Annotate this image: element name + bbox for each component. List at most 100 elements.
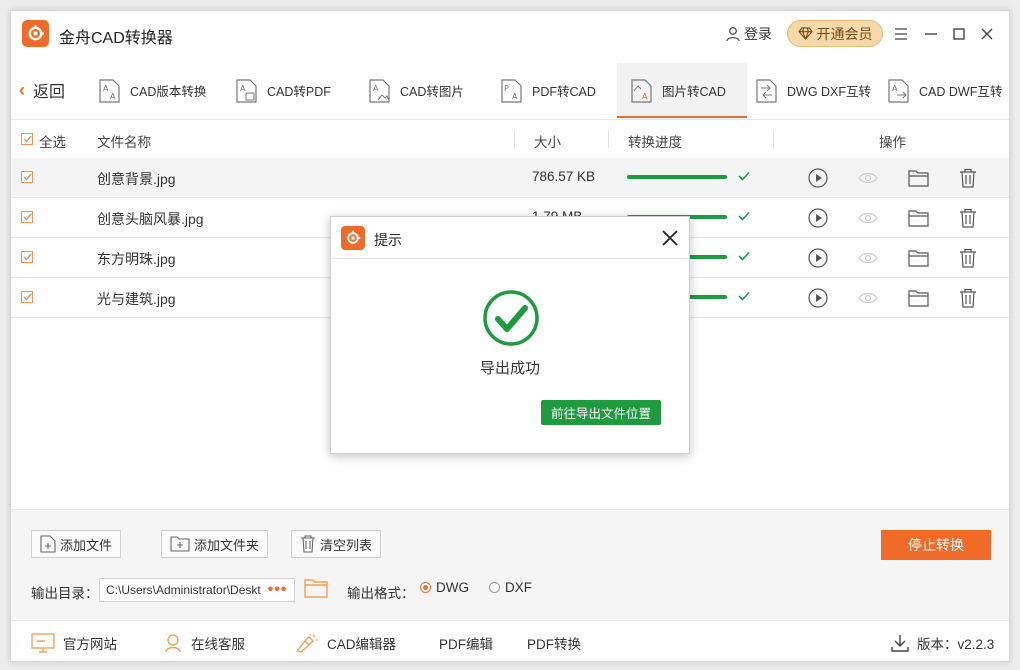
preview-eye-icon[interactable] xyxy=(857,207,879,229)
open-folder-icon[interactable] xyxy=(907,207,929,229)
select-all-checkbox[interactable] xyxy=(21,133,33,145)
pdf-cad-icon: PA xyxy=(501,78,522,103)
preview-eye-icon[interactable] xyxy=(857,247,879,269)
tool-cad-dwf[interactable]: A CAD DWF互转 xyxy=(888,63,1002,118)
clear-list-button[interactable]: 清空列表 xyxy=(291,530,382,558)
play-icon[interactable] xyxy=(807,287,829,309)
pdf-convert-link[interactable]: PDF转换 xyxy=(527,633,581,653)
row-checkbox[interactable] xyxy=(21,291,33,303)
select-all-label: 全选 xyxy=(39,135,66,150)
pdf-editor-label: PDF编辑 xyxy=(439,637,493,652)
delete-trash-icon[interactable] xyxy=(957,247,979,269)
output-dir-label: 输出目录： xyxy=(31,586,99,601)
tool-label: DWG DXF互转 xyxy=(787,85,872,99)
folder-icon[interactable] xyxy=(304,577,328,601)
table-row[interactable]: 创意背景.jpg 786.57 KB xyxy=(11,158,1009,198)
dialog-header: 提示 xyxy=(331,217,689,259)
delete-trash-icon[interactable] xyxy=(957,287,979,309)
progress-bar xyxy=(627,175,727,179)
header-divider xyxy=(608,130,609,148)
svg-text:A: A xyxy=(103,84,109,93)
row-checkbox[interactable] xyxy=(21,211,33,223)
format-dxf-radio[interactable]: DXF xyxy=(489,580,532,595)
diamond-icon xyxy=(797,27,813,40)
tool-cad-image[interactable]: A CAD转图片 xyxy=(369,63,464,118)
svg-text:A: A xyxy=(512,92,518,101)
maximize-icon[interactable] xyxy=(949,24,969,44)
cad-editor-link[interactable]: CAD编辑器 xyxy=(295,633,396,653)
preview-eye-icon[interactable] xyxy=(857,167,879,189)
open-folder-icon[interactable] xyxy=(907,167,929,189)
header-name: 文件名称 xyxy=(97,135,151,150)
tool-label: 图片转CAD xyxy=(662,85,726,99)
row-checkbox[interactable] xyxy=(21,171,33,183)
delete-trash-icon[interactable] xyxy=(957,207,979,229)
tool-pdf-cad[interactable]: PA PDF转CAD xyxy=(501,63,596,118)
file-name: 光与建筑.jpg xyxy=(97,291,176,307)
header-size: 大小 xyxy=(534,135,561,150)
login-button[interactable]: 登录 xyxy=(725,24,772,44)
app-logo-icon xyxy=(22,20,49,47)
format-dwg-radio[interactable]: DWG xyxy=(420,580,469,595)
pdf-editor-link[interactable]: PDF编辑 xyxy=(439,633,493,653)
tool-image-cad[interactable]: A 图片转CAD xyxy=(617,63,747,118)
app-logo-icon xyxy=(341,226,365,250)
monitor-icon xyxy=(31,633,55,653)
row-checkbox[interactable] xyxy=(21,251,33,263)
play-icon[interactable] xyxy=(807,247,829,269)
tool-cad-pdf[interactable]: A CAD转PDF xyxy=(236,63,331,118)
format-label: DWG xyxy=(436,580,469,595)
image-cad-icon: A xyxy=(631,78,652,103)
file-size: 786.57 KB xyxy=(532,169,596,184)
checkmark-icon xyxy=(23,293,32,301)
output-format-label: 输出格式： xyxy=(347,586,415,601)
stop-convert-button[interactable]: 停止转换 xyxy=(881,530,991,560)
support-agent-icon xyxy=(165,634,181,653)
cad-editor-label: CAD编辑器 xyxy=(327,637,397,652)
minimize-icon[interactable] xyxy=(921,24,941,44)
dialog-close-icon[interactable] xyxy=(659,227,681,249)
success-check-icon xyxy=(483,290,539,346)
title-bar: 金舟CAD转换器 登录 开通会员 xyxy=(11,11,1009,57)
checkmark-icon xyxy=(23,213,32,221)
svg-text:P: P xyxy=(504,84,509,93)
header-actions: 操作 xyxy=(879,135,906,150)
pdf-convert-label: PDF转换 xyxy=(527,637,581,652)
checkmark-icon xyxy=(23,173,32,181)
close-icon[interactable] xyxy=(977,24,997,44)
menu-icon[interactable] xyxy=(891,24,911,44)
footer: 官方网站 在线客服 CAD编辑器 PDF编辑 PDF转换 版本：v2.2.3 xyxy=(11,620,1009,661)
add-file-button[interactable]: 添加文件 xyxy=(31,530,122,558)
tool-dwg-dxf[interactable]: DWG DXF互转 xyxy=(756,63,871,118)
support-link[interactable]: 在线客服 xyxy=(163,633,245,653)
cad-pdf-icon: A xyxy=(236,78,257,103)
back-button[interactable]: ‹ 返回 xyxy=(19,78,65,102)
website-link[interactable]: 官方网站 xyxy=(31,633,117,653)
open-folder-icon[interactable] xyxy=(907,287,929,309)
download-icon[interactable] xyxy=(891,634,909,652)
done-check-icon xyxy=(738,251,750,261)
play-icon[interactable] xyxy=(807,207,829,229)
header-divider xyxy=(773,130,774,148)
progress-fill xyxy=(627,175,727,179)
open-folder-icon[interactable] xyxy=(907,247,929,269)
vip-label: 开通会员 xyxy=(816,25,873,42)
delete-trash-icon[interactable] xyxy=(957,167,979,189)
vip-button[interactable]: 开通会员 xyxy=(787,20,883,47)
header-divider xyxy=(514,130,515,148)
done-check-icon xyxy=(738,291,750,301)
dwg-dxf-icon xyxy=(756,78,777,103)
login-label: 登录 xyxy=(744,26,772,42)
bottom-panel: 添加文件 添加文件夹 清空列表 停止转换 输出目录： C:\Users\Admi… xyxy=(11,509,1009,619)
preview-eye-icon[interactable] xyxy=(857,287,879,309)
open-output-location-button[interactable]: 前往导出文件位置 xyxy=(541,400,661,425)
cad-image-icon: A xyxy=(369,78,390,103)
tool-label: CAD转PDF xyxy=(267,85,331,99)
play-icon[interactable] xyxy=(807,167,829,189)
version-label: 版本：v2.2.3 xyxy=(917,637,995,652)
chevron-left-icon: ‹ xyxy=(19,79,25,100)
checkmark-icon xyxy=(23,253,32,261)
add-folder-button[interactable]: 添加文件夹 xyxy=(161,530,269,558)
browse-dots-button[interactable]: ••• xyxy=(261,579,294,601)
tool-cad-version[interactable]: AA CAD版本转换 xyxy=(99,63,206,118)
